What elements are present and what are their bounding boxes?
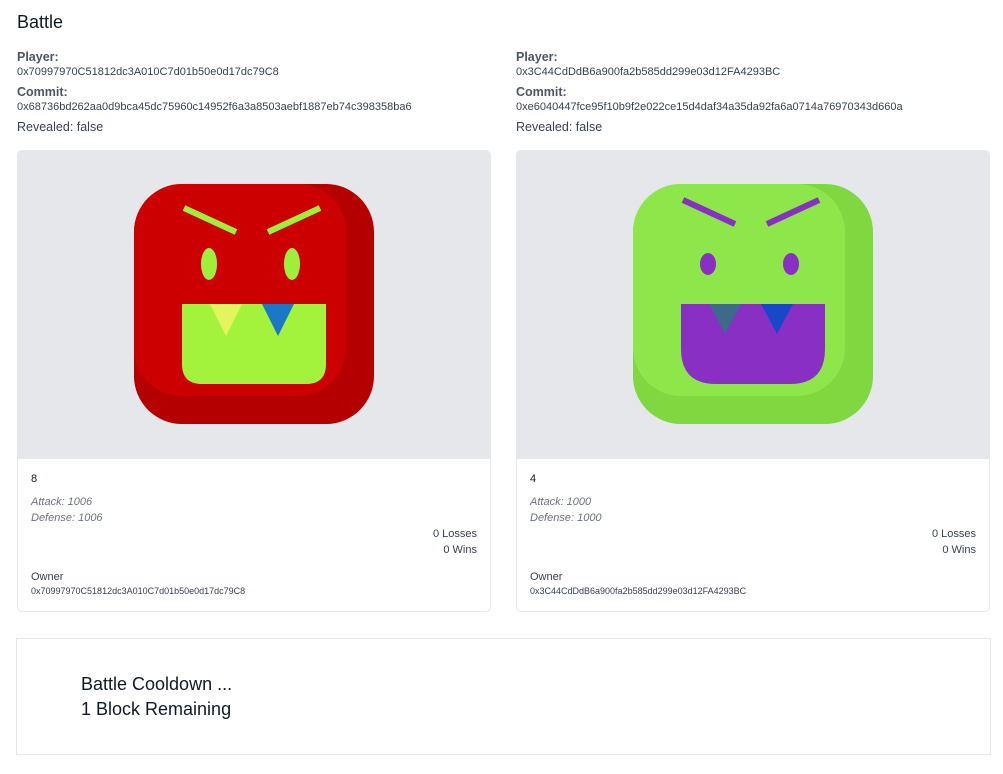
wins-count: 0 Wins <box>942 544 976 556</box>
revealed-status: Revealed: false <box>516 120 603 134</box>
monster-image <box>18 151 490 459</box>
commit-label: Commit: <box>17 85 68 99</box>
monster-face-icon <box>633 184 873 424</box>
wins-count: 0 Wins <box>443 544 477 556</box>
monster-mouth <box>182 304 326 384</box>
defense-stat: Defense: 1000 <box>530 512 602 524</box>
owner-label: Owner <box>31 571 64 583</box>
battle-cooldown-panel: Battle Cooldown ... 1 Block Remaining <box>16 638 991 755</box>
monster-eye-left <box>700 253 716 275</box>
monster-face-icon <box>134 184 374 424</box>
defense-stat: Defense: 1006 <box>31 512 103 524</box>
owner-address: 0x70997970C51812dc3A010C7d01b50e0d17dc79… <box>31 586 246 596</box>
player-address: 0x3C44CdDdB6a900fa2b585dd299e03d12FA4293… <box>516 66 781 78</box>
commit-hash: 0xe6040447fce95f10b9f2e022ce15d4daf34a35… <box>516 101 903 113</box>
monster-id: 8 <box>31 473 38 485</box>
monster-card[interactable]: 8 Attack: 1006 Defense: 1006 0 Losses 0 … <box>17 150 491 612</box>
owner-address: 0x3C44CdDdB6a900fa2b585dd299e03d12FA4293… <box>530 586 747 596</box>
player-panel-1: Player: 0x70997970C51812dc3A010C7d01b50e… <box>17 50 491 612</box>
monster-image <box>517 151 989 459</box>
attack-stat: Attack: 1006 <box>31 496 93 508</box>
monster-card[interactable]: 4 Attack: 1000 Defense: 1000 0 Losses 0 … <box>516 150 990 612</box>
player-panel-2: Player: 0x3C44CdDdB6a900fa2b585dd299e03d… <box>516 50 990 612</box>
revealed-status: Revealed: false <box>17 120 104 134</box>
player-label: Player: <box>17 50 59 64</box>
cooldown-title: Battle Cooldown ... <box>81 674 233 694</box>
blocks-remaining: 1 Block Remaining <box>81 699 232 719</box>
player-address: 0x70997970C51812dc3A010C7d01b50e0d17dc79… <box>17 66 279 78</box>
page-title: Battle <box>17 12 64 32</box>
commit-label: Commit: <box>516 85 567 99</box>
monster-eye-right <box>284 248 300 280</box>
monster-id: 4 <box>530 473 537 485</box>
commit-hash: 0x68736bd262aa0d9bca45dc75960c14952f6a3a… <box>17 101 412 113</box>
owner-label: Owner <box>530 571 563 583</box>
losses-count: 0 Losses <box>931 528 976 540</box>
losses-count: 0 Losses <box>432 528 477 540</box>
player-label: Player: <box>516 50 558 64</box>
monster-eye-right <box>783 253 799 275</box>
attack-stat: Attack: 1000 <box>530 496 592 508</box>
monster-mouth <box>681 304 825 384</box>
monster-eye-left <box>201 248 217 280</box>
